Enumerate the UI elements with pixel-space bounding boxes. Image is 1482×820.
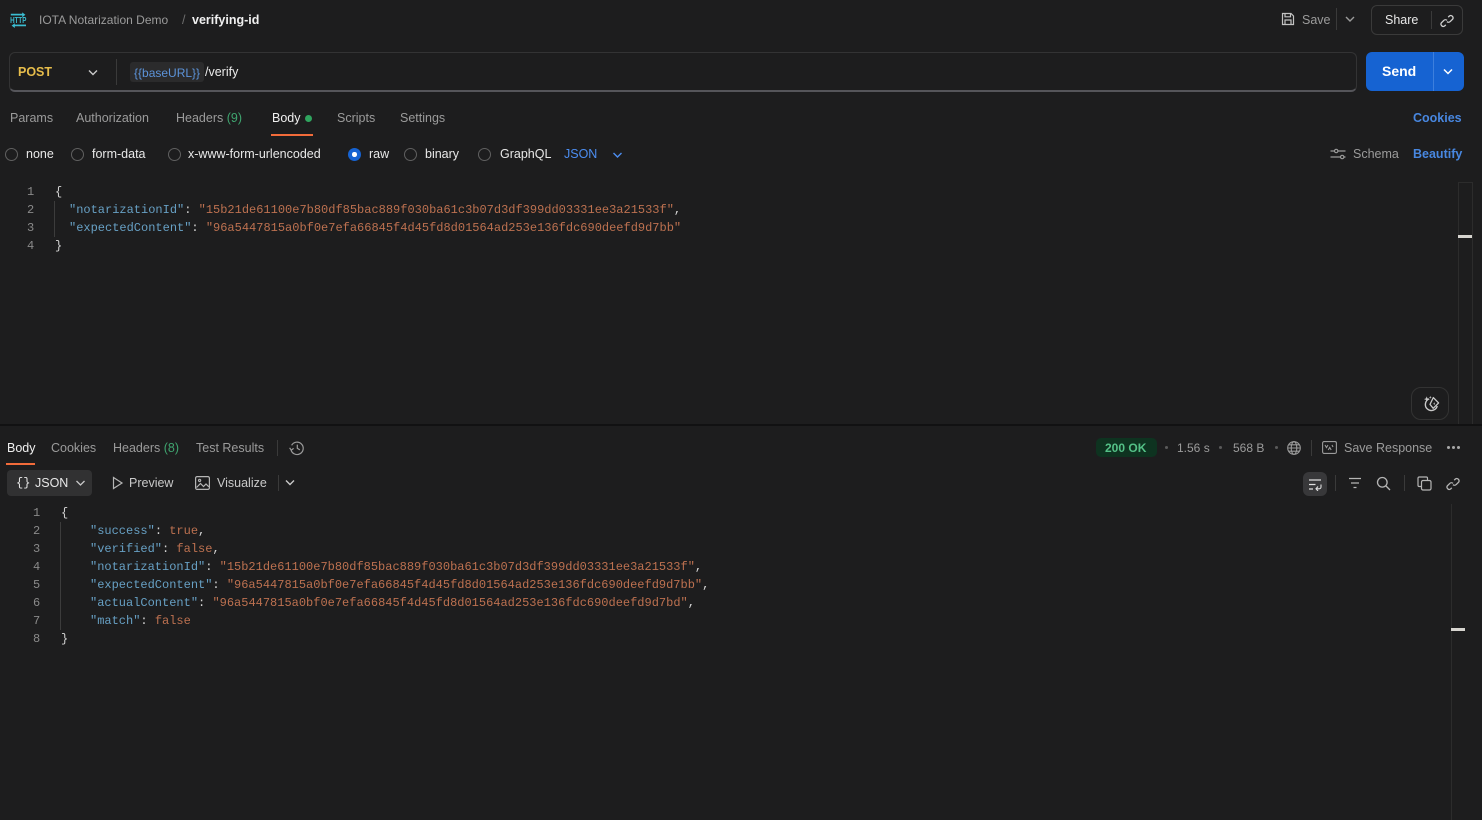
svg-text:HTTP: HTTP — [10, 15, 27, 25]
